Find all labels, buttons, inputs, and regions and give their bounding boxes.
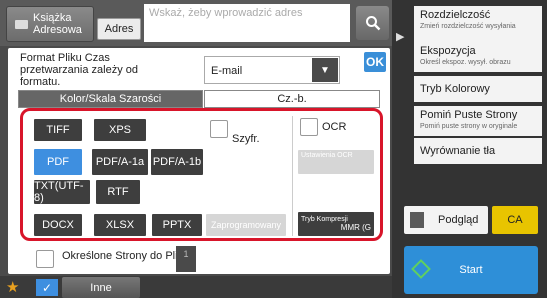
- encrypt-label: Szyfr.: [232, 133, 260, 145]
- format-xps-button[interactable]: XPS: [94, 119, 146, 141]
- dropdown-arrow-icon[interactable]: ▼: [312, 58, 338, 82]
- address-book-button[interactable]: Książka Adresowa: [6, 6, 94, 42]
- tab-black-white[interactable]: Cz.-b.: [204, 90, 380, 108]
- resolution-sub: Zmień rozdzielczość wysyłania: [420, 23, 516, 30]
- format-pptx-button[interactable]: PPTX: [152, 214, 202, 236]
- format-docx-button[interactable]: DOCX: [34, 214, 82, 236]
- address-book-icon: [15, 20, 28, 29]
- format-xlsx-button[interactable]: XLSX: [94, 214, 146, 236]
- specified-pages-checkbox[interactable]: [36, 250, 54, 268]
- compression-value: MMR (G: [340, 223, 371, 232]
- programmed-button[interactable]: Zaprogramowany: [206, 214, 286, 236]
- footer-bar: [0, 276, 392, 298]
- color-mode-title: Tryb Kolorowy: [420, 83, 490, 95]
- address-tab-button[interactable]: Adres: [97, 18, 141, 40]
- ocr-label: OCR: [322, 121, 347, 133]
- background-adjust-item[interactable]: Wyrównanie tła: [414, 138, 542, 164]
- preview-icon: [410, 212, 424, 228]
- address-book-label: Książka Adresowa: [33, 12, 82, 36]
- exposure-sub: Określ ekspoz. wysył. obrazu: [420, 59, 511, 66]
- address-input[interactable]: Wskaż, żeby wprowadzić adres: [144, 4, 350, 42]
- options-divider: [292, 116, 293, 236]
- format-pdf-button[interactable]: PDF: [34, 149, 82, 175]
- encrypt-checkbox[interactable]: [210, 120, 228, 138]
- skip-blank-sub: Pomiń puste strony w oryginale: [420, 123, 518, 130]
- color-mode-item[interactable]: Tryb Kolorowy: [414, 76, 542, 102]
- check-icon[interactable]: ✓: [36, 279, 58, 296]
- compression-label: Tryb Kompresji: [301, 216, 348, 223]
- star-icon[interactable]: ★: [6, 278, 19, 296]
- resolution-title: Rozdzielczość: [420, 9, 491, 21]
- exposure-item[interactable]: Ekspozycja Określ ekspoz. wysył. obrazu: [414, 42, 542, 72]
- ocr-settings-button[interactable]: Ustawienia OCR: [298, 150, 374, 174]
- resolution-item[interactable]: Rozdzielczość Zmień rozdzielczość wysyła…: [414, 6, 542, 44]
- format-pdfa1b-button[interactable]: PDF/A-1b: [151, 149, 203, 175]
- search-button[interactable]: [356, 6, 389, 40]
- file-format-label: Format Pliku Czas przetwarzania zależy o…: [20, 52, 139, 88]
- background-adjust-title: Wyrównanie tła: [420, 145, 496, 157]
- ok-button[interactable]: OK: [364, 52, 386, 72]
- clear-all-button[interactable]: CA: [492, 206, 538, 234]
- specified-pages-label: Określone Strony do Pliku: [62, 250, 190, 262]
- collapse-panel-icon[interactable]: ▶: [396, 30, 404, 43]
- compression-mode-button[interactable]: Tryb Kompresji MMR (G: [298, 212, 374, 236]
- ocr-checkbox[interactable]: [300, 118, 318, 136]
- specified-pages-value[interactable]: 1: [176, 246, 196, 272]
- format-pdfa1a-button[interactable]: PDF/A-1a: [92, 149, 148, 175]
- format-rtf-button[interactable]: RTF: [96, 180, 140, 204]
- skip-blank-title: Pomiń Puste Strony: [420, 109, 518, 121]
- format-txt-button[interactable]: TXT(UTF-8): [34, 180, 90, 204]
- exposure-title: Ekspozycja: [420, 45, 476, 57]
- other-button[interactable]: Inne: [62, 277, 140, 298]
- search-icon: [365, 16, 380, 31]
- skip-blank-item[interactable]: Pomiń Puste Strony Pomiń puste strony w …: [414, 106, 542, 136]
- format-tiff-button[interactable]: TIFF: [34, 119, 82, 141]
- tab-color-grayscale[interactable]: Kolor/Skala Szarości: [18, 90, 203, 108]
